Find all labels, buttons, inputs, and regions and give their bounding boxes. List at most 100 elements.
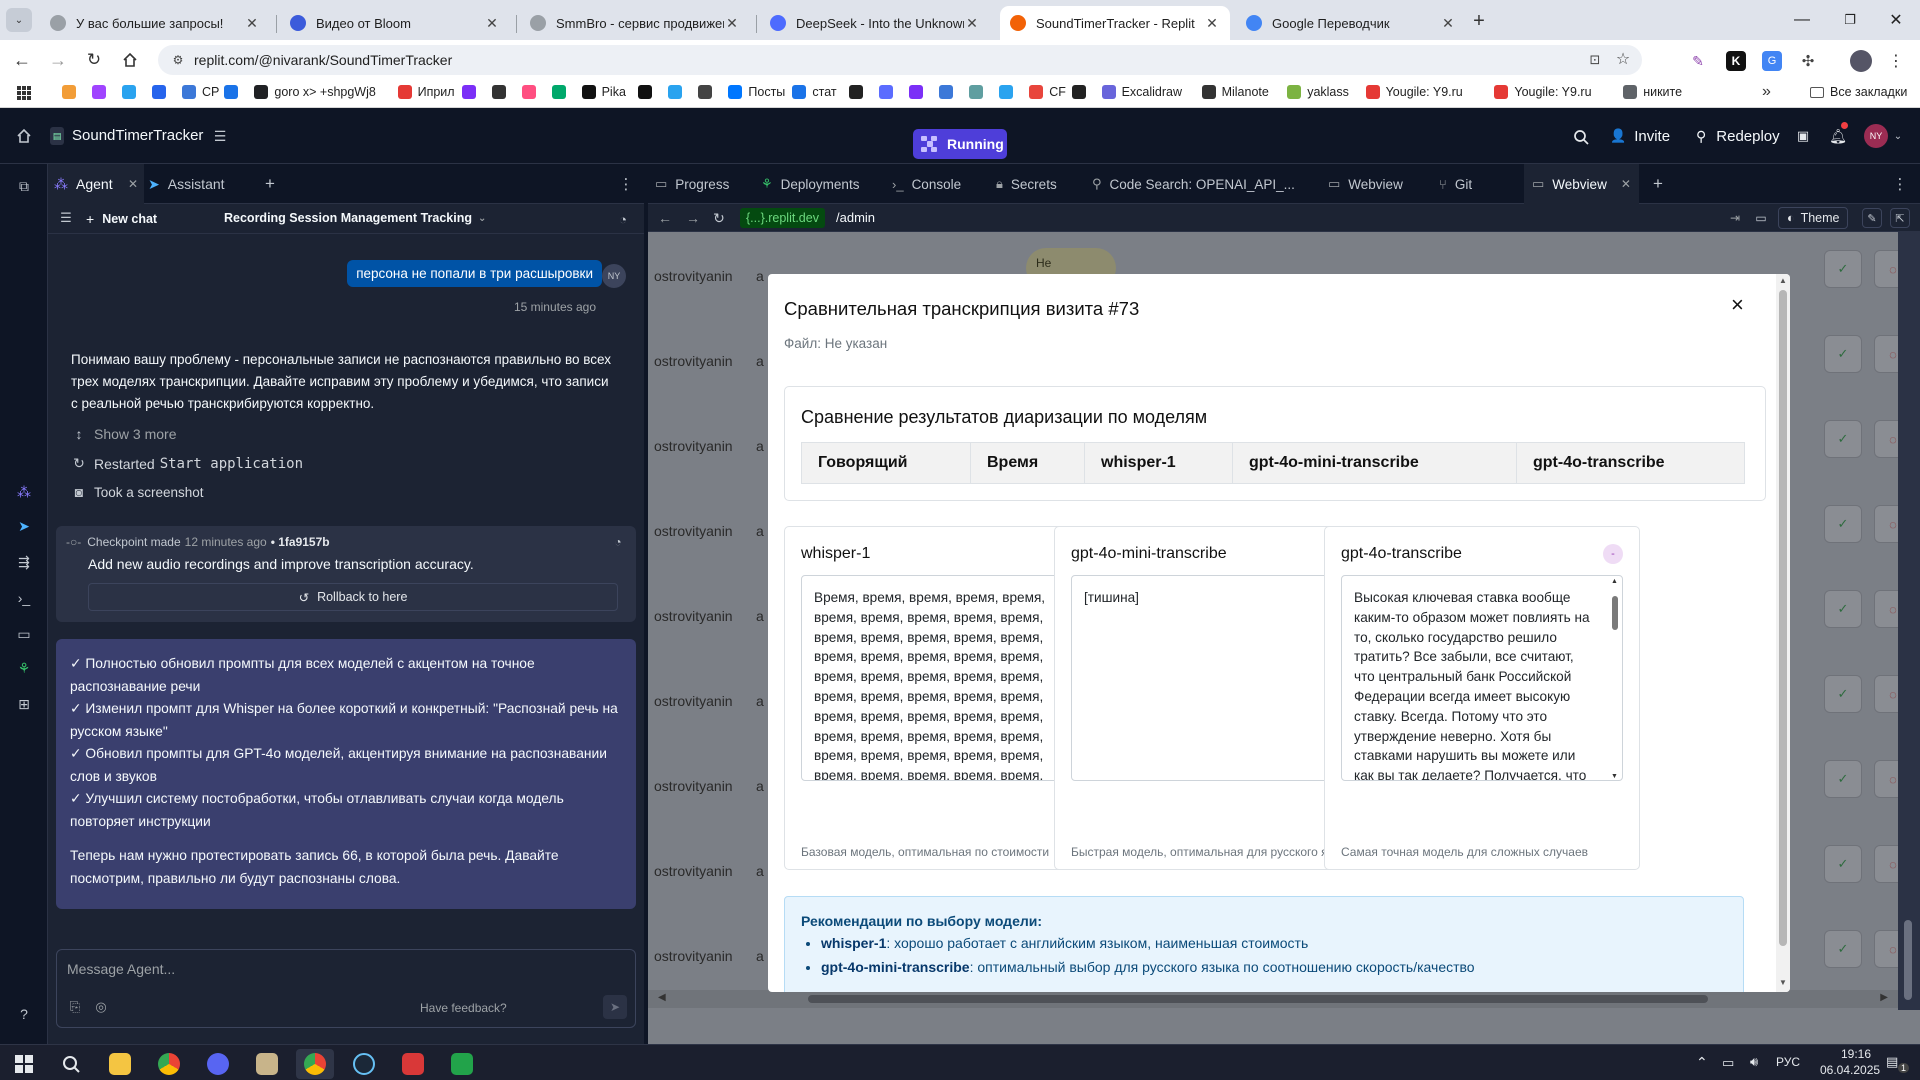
bookmark-item[interactable] [551, 85, 572, 99]
tab-assistant[interactable]: ➤ Assistant [148, 164, 225, 204]
bookmark-star-icon[interactable]: ☆ [1614, 50, 1632, 68]
approve-button[interactable]: ✓ [1824, 675, 1862, 713]
bookmark-item[interactable]: goro x> +shpgWj8 [254, 85, 376, 99]
bookmark-item[interactable]: Посты [728, 85, 785, 99]
bookmark-item[interactable] [152, 85, 172, 99]
scroll-thumb[interactable] [1904, 920, 1912, 1000]
delete-button[interactable]: ◌ [1874, 845, 1898, 883]
chat-title-dropdown[interactable]: Recording Session Management Tracking ⌄ [224, 211, 486, 225]
bookmark-item[interactable]: Иприл [397, 85, 455, 99]
bookmark-item[interactable] [698, 85, 718, 99]
extension-pen-icon[interactable]: ✎ [1688, 51, 1708, 71]
transcription-textarea[interactable]: Время, время, время, время, время, время… [801, 575, 1083, 781]
bookmark-item[interactable] [969, 85, 989, 99]
close-icon[interactable]: ✕ [1621, 177, 1631, 191]
translate-extension-icon[interactable]: G [1762, 51, 1782, 71]
deployments-tool-icon[interactable]: ⚘ [14, 658, 34, 678]
install-app-icon[interactable]: ⊡ [1586, 51, 1604, 69]
tab-close-icon[interactable]: ✕ [484, 15, 500, 32]
file-explorer-app[interactable] [101, 1049, 139, 1079]
tab-close-icon[interactable]: ✕ [1204, 15, 1220, 32]
tray-chevron-icon[interactable]: ⌃ [1696, 1054, 1708, 1071]
approve-button[interactable]: ✓ [1824, 930, 1862, 968]
address-bar[interactable]: ⚙ replit.com/@nivarank/SoundTimerTracker… [158, 45, 1642, 75]
mention-icon[interactable]: ◎ [93, 999, 109, 1015]
reload-icon[interactable]: ↻ [710, 209, 728, 227]
tab-webview-1[interactable]: ▭ Webview [1328, 164, 1403, 204]
minimize-window-button[interactable]: — [1784, 8, 1820, 32]
profile-avatar-icon[interactable] [1850, 50, 1872, 72]
bookmark-item[interactable]: CF [1029, 85, 1066, 99]
files-icon[interactable]: ⧉ [14, 176, 34, 196]
approve-button[interactable]: ✓ [1824, 420, 1862, 458]
browser-tab[interactable]: Google Переводчик ✕ [1236, 6, 1466, 40]
transcription-textarea[interactable]: [тишина] [1071, 575, 1353, 781]
scroll-left-icon[interactable]: ◀ [658, 992, 666, 1003]
scroll-up-icon[interactable]: ▲ [1779, 276, 1787, 285]
modal-scrollbar[interactable]: ▲ ▼ [1776, 274, 1790, 992]
search-icon[interactable] [1570, 126, 1592, 148]
app-red[interactable] [394, 1049, 432, 1079]
bookmark-item[interactable] [92, 85, 112, 99]
search-icon[interactable] [52, 1049, 90, 1079]
bookmark-item[interactable]: Yougile: Y9.ru [1365, 85, 1463, 99]
more-options-icon[interactable]: ⋮ [1892, 174, 1908, 194]
bookmark-item[interactable] [638, 85, 658, 99]
browser-tab[interactable]: У вас большие запросы! ✕ [40, 6, 270, 40]
close-icon[interactable]: ✕ [128, 177, 138, 191]
scroll-thumb[interactable] [1779, 290, 1787, 946]
home-icon[interactable] [118, 48, 142, 72]
bookmark-item[interactable] [999, 85, 1019, 99]
delete-button[interactable]: ◌ [1874, 675, 1898, 713]
extensions-puzzle-icon[interactable]: ✣ [1798, 51, 1818, 71]
menu-icon[interactable]: ☰ [58, 210, 74, 226]
bookmark-item[interactable]: Yougile: Y9.ru [1494, 85, 1592, 99]
vpn-app[interactable] [248, 1049, 286, 1079]
agent-icon[interactable]: ⁂ [14, 482, 34, 502]
approve-button[interactable]: ✓ [1824, 760, 1862, 798]
delete-button[interactable]: ◌ [1874, 505, 1898, 543]
network-icon[interactable]: ▭ [1722, 1055, 1734, 1071]
delete-button[interactable]: ◌ [1874, 250, 1898, 288]
message-input[interactable]: Message Agent... [67, 961, 175, 977]
approve-button[interactable]: ✓ [1824, 250, 1862, 288]
apps-grid-icon[interactable] [16, 85, 32, 101]
back-icon[interactable]: ← [10, 48, 34, 72]
scroll-thumb[interactable] [1612, 596, 1618, 630]
delete-button[interactable]: ◌ [1874, 335, 1898, 373]
notifications-bell-icon[interactable]: 🔔︎ [1828, 126, 1848, 146]
restore-window-button[interactable]: ❐ [1832, 8, 1868, 32]
bookmark-item[interactable] [224, 85, 244, 99]
browser-tab[interactable]: SmmBro - сервис продвижения✕ [520, 6, 750, 40]
scroll-right-icon[interactable]: ▶ [1880, 992, 1888, 1003]
more-options-icon[interactable]: ⋮ [618, 174, 634, 194]
history-icon[interactable]: ◔ [610, 534, 626, 550]
bookmark-item[interactable]: Pika [581, 85, 626, 99]
delete-button[interactable]: ◌ [1874, 930, 1898, 968]
new-tab-button[interactable]: + [1466, 9, 1492, 33]
project-name[interactable]: SoundTimerTracker [72, 127, 203, 144]
tab-console[interactable]: ›_ Console [892, 164, 961, 204]
site-info-icon[interactable]: ⚙ [170, 52, 186, 68]
devtools-icon[interactable]: ▭ [1752, 209, 1770, 227]
tab-agent[interactable]: ⁂ Agent ✕ [48, 164, 144, 204]
delete-button[interactable]: ◌ [1874, 760, 1898, 798]
chrome-active-app[interactable] [296, 1049, 334, 1079]
transcription-textarea[interactable]: Высокая ключевая ставка вообще каким-то … [1341, 575, 1623, 781]
all-bookmarks-folder[interactable]: Все закладки [1810, 85, 1907, 99]
bookmark-item[interactable]: Excalidraw [1101, 85, 1182, 99]
notification-center-icon[interactable]: ▤ [1886, 1054, 1898, 1070]
bookmark-item[interactable] [491, 85, 512, 99]
start-button[interactable] [5, 1049, 43, 1079]
bookmark-item[interactable]: стат [792, 85, 837, 99]
discord-app[interactable] [199, 1049, 237, 1079]
approve-button[interactable]: ✓ [1824, 335, 1862, 373]
bookmark-item[interactable] [849, 85, 869, 99]
tab-close-icon[interactable]: ✕ [244, 15, 260, 32]
steam-app[interactable] [345, 1049, 383, 1079]
tab-deployments[interactable]: ⚘ Deployments [761, 164, 859, 204]
bookmark-item[interactable] [122, 85, 142, 99]
send-button[interactable]: ➤ [603, 995, 627, 1019]
browser-tab[interactable]: DeepSeek - Into the Unknown ✕ [760, 6, 990, 40]
message-input-box[interactable]: Message Agent... ⎘ ◎ Have feedback? ➤ [56, 949, 636, 1028]
